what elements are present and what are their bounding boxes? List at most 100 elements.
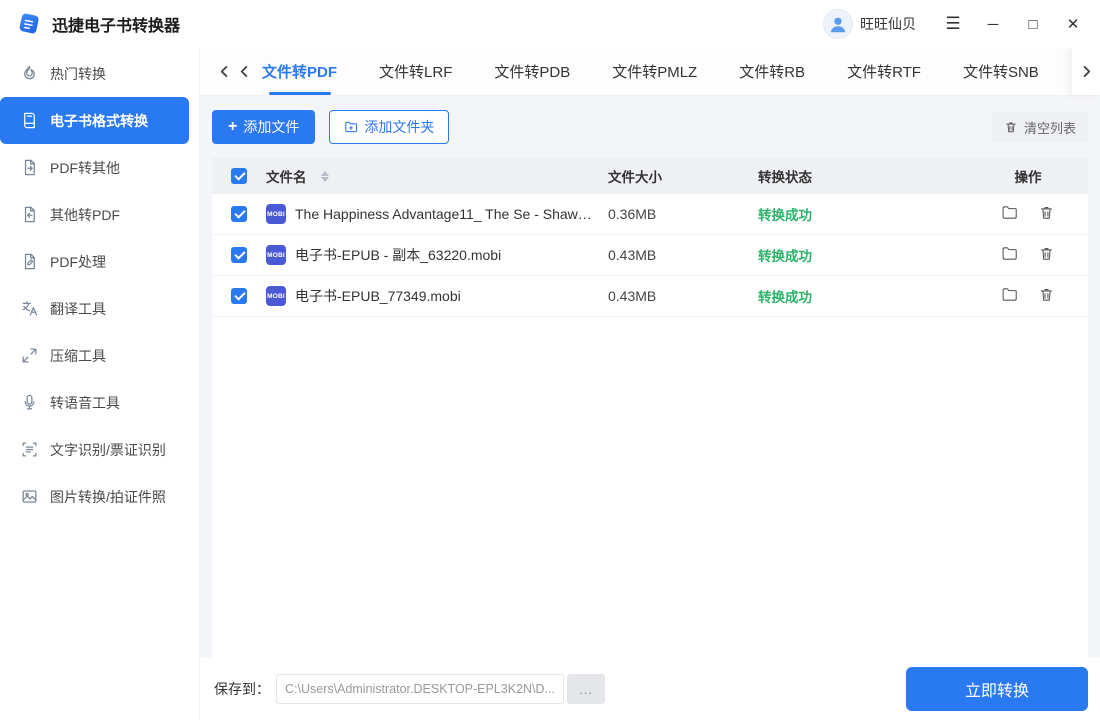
delete-button[interactable] xyxy=(1038,286,1055,306)
tab-file-to-pmlz[interactable]: 文件转PMLZ xyxy=(612,48,697,95)
pdf-export-icon xyxy=(24,159,35,176)
chevron-left-icon xyxy=(220,66,227,77)
sidebar-item-image-convert[interactable]: 图片转换/拍证件照 xyxy=(0,473,189,520)
sidebar-item-ebook-convert[interactable]: 电子书格式转换 xyxy=(0,97,189,144)
sidebar: 热门转换 电子书格式转换 PDF转其他 其他转PDF PDF处理 翻译工具 压缩… xyxy=(0,48,200,720)
clear-list-label: 清空列表 xyxy=(1023,120,1076,136)
tab-scroll-right[interactable] xyxy=(1072,48,1100,95)
sidebar-item-translate[interactable]: 翻译工具 xyxy=(0,285,189,332)
maximize-button[interactable]: □ xyxy=(1016,9,1050,39)
titlebar-controls: 旺旺仙贝 ☰ ─ □ ✕ xyxy=(823,9,1090,39)
open-folder-button[interactable] xyxy=(1001,286,1018,306)
file-name: 电子书-EPUB - 副本_63220.mobi xyxy=(295,247,502,263)
trash-icon xyxy=(1041,207,1052,219)
sidebar-item-label: 图片转换/拍证件照 xyxy=(50,488,166,505)
app-title: 迅捷电子书转换器 xyxy=(52,18,181,35)
delete-button[interactable] xyxy=(1038,245,1055,265)
toolbar: + 添加文件 添加文件夹 清空列表 xyxy=(212,110,1088,144)
tab-file-to-rtf[interactable]: 文件转RTF xyxy=(847,48,921,95)
sidebar-item-pdf-process[interactable]: PDF处理 xyxy=(0,238,189,285)
speech-icon xyxy=(24,394,35,410)
sidebar-item-ocr[interactable]: 文字识别/票证识别 xyxy=(0,426,189,473)
status-badge: 转换成功 xyxy=(758,249,812,264)
file-list-panel: 文件名 文件大小 转换状态 操作 MOBI The Happiness Adva… xyxy=(212,158,1088,658)
header-actions: 操作 xyxy=(1014,170,1042,185)
status-badge: 转换成功 xyxy=(758,208,812,223)
convert-button[interactable]: 立即转换 xyxy=(906,667,1088,711)
tab-file-to-lrf[interactable]: 文件转LRF xyxy=(379,48,452,95)
header-file-size: 文件大小 xyxy=(608,170,662,185)
table-header: 文件名 文件大小 转换状态 操作 xyxy=(212,158,1088,194)
main-area: 文件转PDF 文件转LRF 文件转PDB 文件转PMLZ 文件转RB 文件转RT… xyxy=(200,48,1100,720)
open-folder-button[interactable] xyxy=(1001,204,1018,224)
trash-icon xyxy=(1041,248,1052,260)
avatar xyxy=(823,9,853,39)
sidebar-item-label: PDF转其他 xyxy=(50,159,120,176)
sidebar-item-other-to-pdf[interactable]: 其他转PDF xyxy=(0,191,189,238)
file-size: 0.36MB xyxy=(608,206,657,222)
tab-file-to-rb[interactable]: 文件转RB xyxy=(739,48,805,95)
file-name: 电子书-EPUB_77349.mobi xyxy=(295,288,461,304)
user-account[interactable]: 旺旺仙贝 xyxy=(823,9,916,39)
sidebar-item-pdf-to-other[interactable]: PDF转其他 xyxy=(0,144,189,191)
sidebar-item-label: 文字识别/票证识别 xyxy=(50,441,166,458)
table-row: MOBI 电子书-EPUB - 副本_63220.mobi 0.43MB 转换成… xyxy=(212,235,1088,276)
book-icon xyxy=(24,112,35,129)
add-file-label: 添加文件 xyxy=(243,119,300,135)
folder-icon xyxy=(1002,247,1017,260)
ocr-icon xyxy=(22,442,37,457)
add-folder-button[interactable]: 添加文件夹 xyxy=(329,110,450,144)
tab-file-to-pdb[interactable]: 文件转PDB xyxy=(494,48,570,95)
plus-icon: + xyxy=(228,118,238,135)
content-area: + 添加文件 添加文件夹 清空列表 文件名 文件大小 转换状态 操作 MOBI … xyxy=(200,96,1100,658)
tab-scroll-left[interactable] xyxy=(234,58,254,86)
translate-icon xyxy=(22,301,38,316)
close-button[interactable]: ✕ xyxy=(1056,9,1090,39)
menu-icon[interactable]: ☰ xyxy=(936,9,970,39)
mobi-file-icon: MOBI xyxy=(266,204,286,224)
add-folder-label: 添加文件夹 xyxy=(364,119,435,135)
sidebar-item-hot-convert[interactable]: 热门转换 xyxy=(0,50,189,97)
app-brand: 迅捷电子书转换器 xyxy=(16,11,180,38)
open-folder-button[interactable] xyxy=(1001,245,1018,265)
sidebar-item-label: 电子书格式转换 xyxy=(50,112,148,129)
row-checkbox[interactable] xyxy=(231,288,247,304)
add-file-button[interactable]: + 添加文件 xyxy=(212,110,316,144)
titlebar: 迅捷电子书转换器 旺旺仙贝 ☰ ─ □ ✕ xyxy=(0,0,1100,48)
file-size: 0.43MB xyxy=(608,288,657,304)
mobi-file-icon: MOBI xyxy=(266,245,286,265)
clear-list-button[interactable]: 清空列表 xyxy=(991,112,1088,142)
folder-plus-icon xyxy=(345,121,358,133)
file-name: The Happiness Advantage11_ The Se - Shaw… xyxy=(295,206,598,222)
app-logo-icon xyxy=(19,13,39,33)
save-path-input[interactable] xyxy=(276,674,564,704)
trash-icon xyxy=(1041,289,1052,301)
status-badge: 转换成功 xyxy=(758,290,812,305)
flame-icon xyxy=(24,65,35,80)
header-file-name: 文件名 xyxy=(266,170,307,185)
pdf-import-icon xyxy=(24,206,35,223)
select-all-checkbox[interactable] xyxy=(231,168,247,184)
sort-icon[interactable] xyxy=(320,170,329,182)
folder-icon xyxy=(1002,288,1017,301)
row-checkbox[interactable] xyxy=(231,247,247,263)
sidebar-item-label: PDF处理 xyxy=(50,253,106,270)
tab-file-to-snb[interactable]: 文件转SNB xyxy=(963,48,1039,95)
sidebar-item-to-speech[interactable]: 转语音工具 xyxy=(0,379,189,426)
sidebar-item-label: 热门转换 xyxy=(50,65,106,82)
chevron-right-icon xyxy=(1083,66,1090,77)
sidebar-item-compress[interactable]: 压缩工具 xyxy=(0,332,189,379)
folder-icon xyxy=(1002,206,1017,219)
person-icon xyxy=(830,17,846,33)
minimize-button[interactable]: ─ xyxy=(976,9,1010,39)
browse-button[interactable]: ... xyxy=(567,674,605,704)
tab-scroll-left-outer[interactable] xyxy=(214,58,234,86)
table-row: MOBI 电子书-EPUB_77349.mobi 0.43MB 转换成功 xyxy=(212,276,1088,317)
footer: 保存到： ... 立即转换 xyxy=(200,658,1100,720)
file-size: 0.43MB xyxy=(608,247,657,263)
delete-button[interactable] xyxy=(1038,204,1055,224)
table-row: MOBI The Happiness Advantage11_ The Se -… xyxy=(212,194,1088,235)
tab-file-to-pdf[interactable]: 文件转PDF xyxy=(262,48,337,95)
row-checkbox[interactable] xyxy=(231,206,247,222)
pdf-edit-icon xyxy=(24,253,35,270)
